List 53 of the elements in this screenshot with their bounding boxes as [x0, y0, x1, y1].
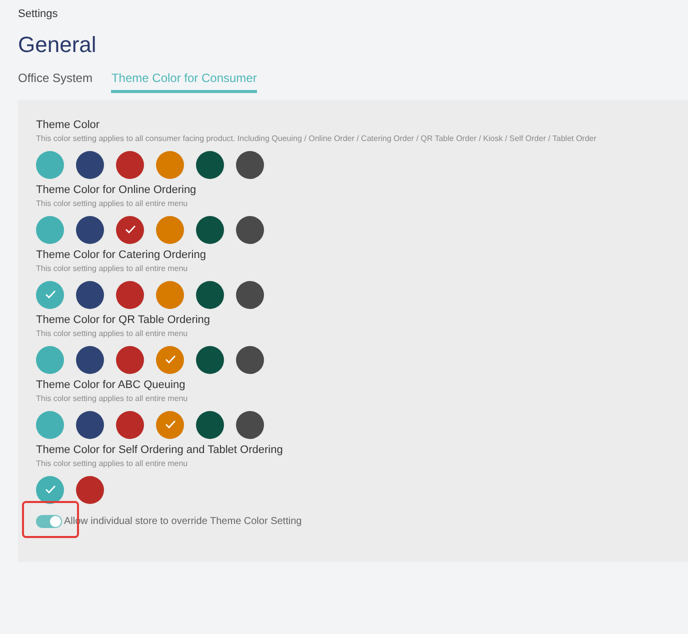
color-swatch[interactable] — [36, 476, 64, 504]
color-swatch[interactable] — [196, 216, 224, 244]
color-swatch[interactable] — [76, 476, 104, 504]
check-icon — [44, 485, 56, 494]
tab[interactable]: Office System — [18, 68, 92, 92]
color-swatch[interactable] — [156, 150, 184, 178]
color-swatch[interactable] — [36, 280, 64, 308]
color-swatch[interactable] — [116, 346, 144, 374]
color-swatch[interactable] — [76, 346, 104, 374]
breadcrumb: Settings — [18, 7, 59, 22]
color-swatch[interactable] — [76, 216, 104, 244]
color-swatch[interactable] — [36, 150, 64, 178]
section-title: Theme Color for ABC Queuing — [36, 378, 186, 392]
section-title: Theme Color — [36, 118, 101, 132]
color-swatch[interactable] — [116, 410, 144, 438]
color-swatch[interactable] — [236, 150, 264, 178]
color-swatch[interactable] — [156, 346, 184, 374]
color-swatch[interactable] — [196, 410, 224, 438]
color-swatch[interactable] — [76, 280, 104, 308]
color-swatch[interactable] — [236, 410, 264, 438]
section-description: This color setting applies to all entire menu — [36, 328, 189, 340]
color-swatch[interactable] — [116, 216, 144, 244]
color-swatch[interactable] — [76, 410, 104, 438]
color-swatch[interactable] — [196, 150, 224, 178]
color-swatch[interactable] — [116, 280, 144, 308]
check-icon — [164, 420, 176, 429]
color-swatch[interactable] — [116, 150, 144, 178]
check-icon — [44, 290, 56, 299]
section-title: Theme Color for Online Ordering — [36, 182, 198, 196]
color-swatch[interactable] — [196, 346, 224, 374]
toggle-switch[interactable] — [36, 514, 62, 528]
section-title: Theme Color for Catering Ordering — [36, 248, 207, 262]
section-description: This color setting applies to all entire menu — [36, 198, 189, 210]
color-swatch[interactable] — [236, 216, 264, 244]
color-swatch[interactable] — [156, 410, 184, 438]
section-title: Theme Color for QR Table Ordering — [36, 312, 212, 326]
section-description: This color setting applies to all consumer facing product. Including Queuing / Online Order / Catering Order / QR Table Order / Kiosk / Self Order / Tablet Order — [36, 132, 598, 144]
check-icon — [164, 355, 176, 364]
color-swatch[interactable] — [156, 280, 184, 308]
section-description: This color setting applies to all entire menu — [36, 458, 189, 470]
color-swatch[interactable] — [156, 216, 184, 244]
color-swatch[interactable] — [236, 346, 264, 374]
color-swatch[interactable] — [36, 346, 64, 374]
page-title: General — [18, 30, 98, 58]
color-swatch[interactable] — [236, 280, 264, 308]
color-swatch[interactable] — [36, 216, 64, 244]
color-swatch[interactable] — [36, 410, 64, 438]
section-description: This color setting applies to all entire menu — [36, 392, 189, 404]
check-icon — [124, 225, 136, 234]
color-swatch[interactable] — [196, 280, 224, 308]
color-swatch[interactable] — [76, 150, 104, 178]
section-description: This color setting applies to all entire menu — [36, 262, 189, 274]
section-title: Theme Color for Self Ordering and Tablet Ordering — [36, 442, 284, 456]
